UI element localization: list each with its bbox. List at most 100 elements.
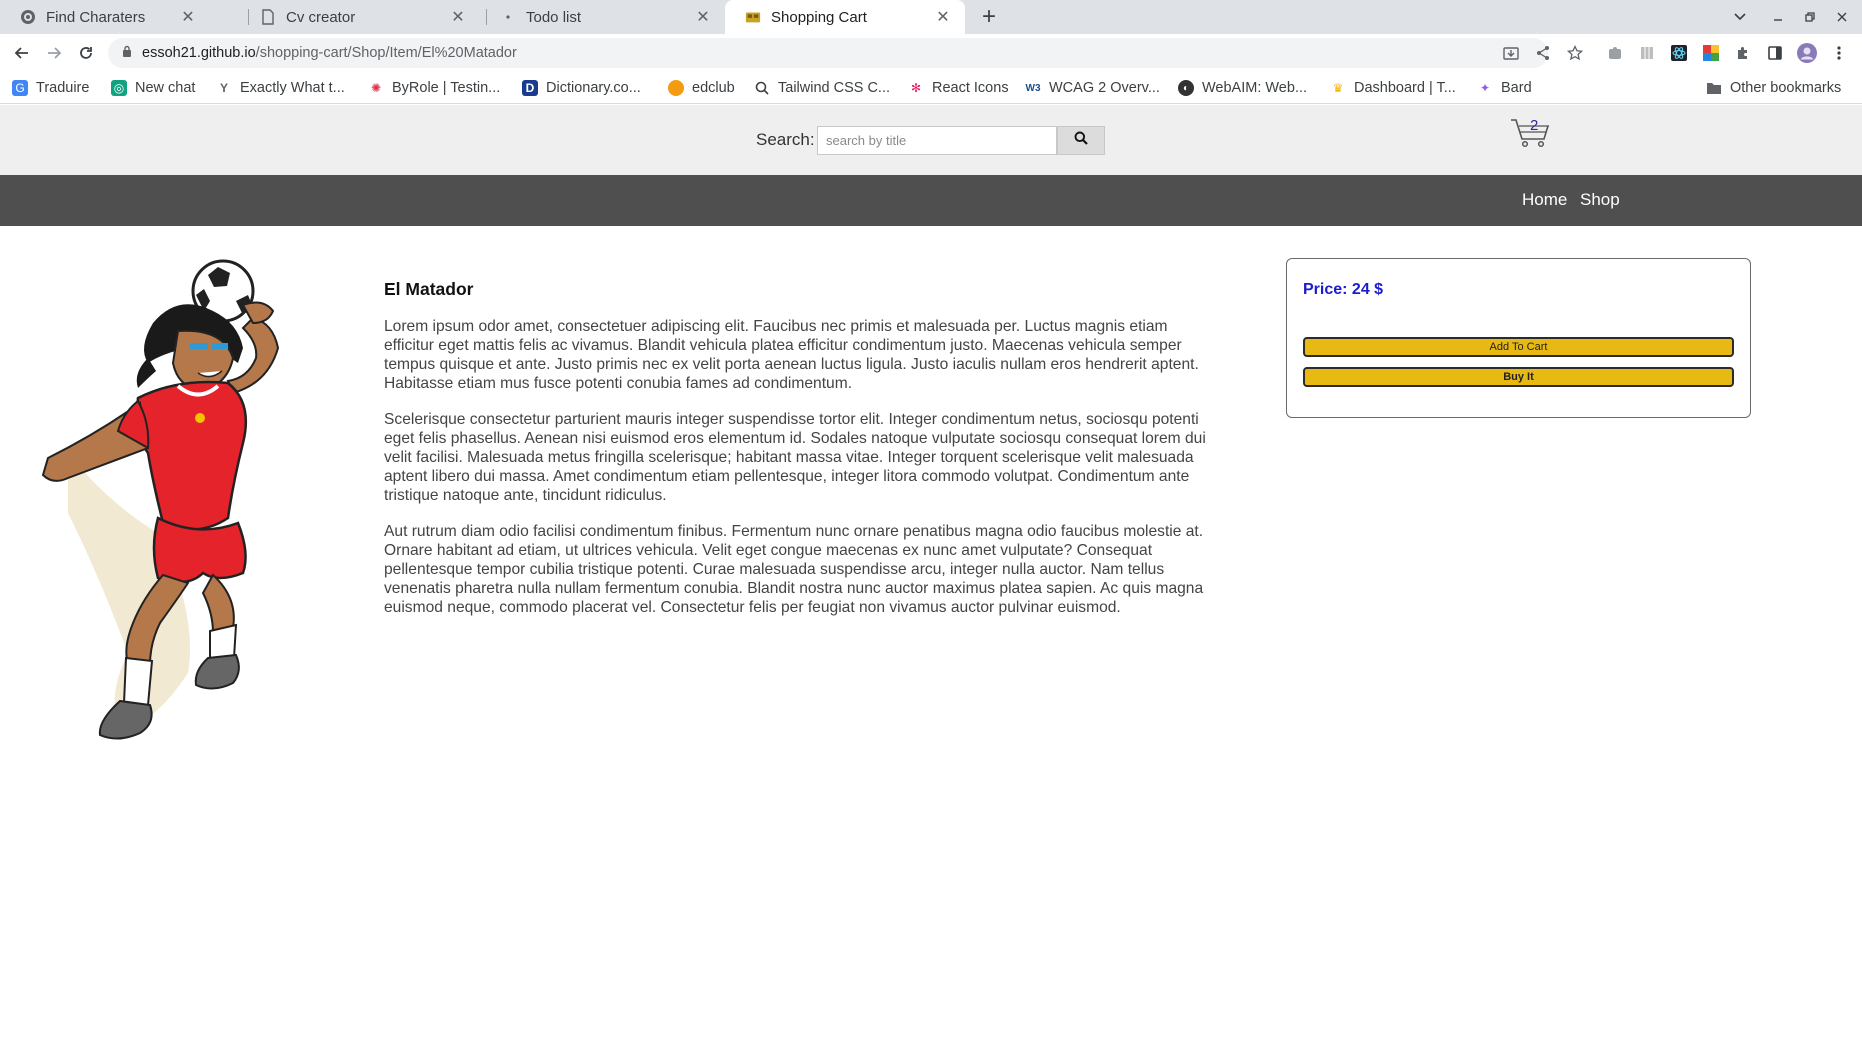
bookmark-label: edclub [692, 80, 735, 96]
new-tab-button[interactable]: + [975, 3, 1003, 31]
forward-icon[interactable] [40, 39, 68, 67]
url-path: /shopping-cart/Shop/Item/El%20Matador [255, 45, 517, 61]
search-icon [1074, 131, 1088, 150]
profile-avatar[interactable] [1797, 43, 1817, 63]
colorful-extension-icon[interactable] [1701, 43, 1721, 63]
bookmark-label: WCAG 2 Overv... [1049, 80, 1160, 96]
bookmark-byrole[interactable]: ✺ ByRole | Testin... [368, 78, 500, 98]
bookmark-webaim[interactable]: ◐ WebAIM: Web... [1178, 78, 1307, 98]
product-title: El Matador [384, 279, 474, 299]
install-icon[interactable] [1501, 43, 1521, 63]
close-icon[interactable]: ✕ [178, 7, 198, 27]
browser-tabstrip: Find Charaters ✕ Cv creator ✕ Todo list … [0, 0, 1862, 34]
restore-icon[interactable] [1798, 5, 1822, 29]
add-to-cart-button[interactable]: Add To Cart [1303, 337, 1734, 357]
buy-it-button[interactable]: Buy It [1303, 367, 1734, 387]
bookmark-edclub[interactable]: edclub [668, 78, 735, 98]
webaim-icon: ◐ [1178, 80, 1194, 96]
folder-icon [1706, 80, 1722, 96]
page-content: Search: 2 Home Shop [0, 105, 1862, 1053]
close-window-icon[interactable] [1830, 5, 1854, 29]
side-panel-icon[interactable] [1765, 43, 1785, 63]
nav-shop-link[interactable]: Shop [1580, 190, 1620, 210]
purchase-card: Price: 24 $ Add To Cart Buy It [1286, 258, 1751, 418]
close-icon[interactable]: ✕ [933, 7, 953, 27]
lock-icon [122, 44, 132, 62]
url-host: essoh21.github.io [142, 45, 256, 61]
bookmark-label: React Icons [932, 80, 1009, 96]
close-icon[interactable]: ✕ [693, 7, 713, 27]
bookmark-new-chat[interactable]: ◎ New chat [111, 78, 195, 98]
back-icon[interactable] [8, 39, 36, 67]
tab-title: Shopping Cart [771, 8, 867, 26]
url-text: essoh21.github.io/shopping-cart/Shop/Ite… [142, 45, 517, 61]
search-button[interactable] [1057, 126, 1105, 155]
reload-icon[interactable] [72, 39, 100, 67]
bookmark-label: Exactly What t... [240, 80, 345, 96]
product-description-paragraph: Aut rutrum diam odio facilisi condimentu… [384, 523, 1204, 616]
tab-todo-list[interactable]: Todo list ✕ [480, 0, 725, 34]
bookmark-bard[interactable]: ✦ Bard [1477, 78, 1532, 98]
product-description-paragraph: Lorem ipsum odor amet, consectetuer adip… [384, 318, 1199, 392]
bookmark-tailwind[interactable]: Tailwind CSS C... [754, 78, 890, 98]
dot-icon [500, 9, 516, 25]
nav-home-link[interactable]: Home [1522, 190, 1567, 210]
sparkle-icon: ✦ [1479, 81, 1491, 95]
bookmark-label: ByRole | Testin... [392, 80, 501, 96]
bookmark-dashboard[interactable]: ♛ Dashboard | T... [1330, 78, 1456, 98]
reader-icon[interactable] [1637, 43, 1657, 63]
bookmark-label: Dictionary.co... [546, 80, 641, 96]
octopus-icon: ✺ [370, 81, 382, 95]
search-label: Search: [756, 130, 815, 149]
trophy-icon: ♛ [1332, 81, 1344, 95]
product-image [38, 253, 358, 743]
document-icon [260, 9, 276, 25]
react-devtools-icon[interactable] [1669, 43, 1689, 63]
extension-puzzle-gray-icon[interactable] [1605, 43, 1625, 63]
orange-icon [668, 80, 684, 96]
tab-shopping-cart[interactable]: Shopping Cart ✕ [725, 0, 965, 34]
product-price: Price: 24 $ [1303, 281, 1384, 298]
cart-count: 2 [1530, 117, 1539, 134]
bookmark-label: Dashboard | T... [1354, 80, 1456, 96]
search-input[interactable] [817, 126, 1057, 155]
d-icon: D [522, 80, 538, 96]
y-icon: Y [219, 81, 228, 95]
bookmark-exactly-what[interactable]: Y Exactly What t... [216, 78, 345, 98]
product-description-paragraph: Scelerisque consectetur parturient mauri… [384, 411, 1206, 504]
tab-title: Cv creator [286, 8, 356, 26]
bookmark-react-icons[interactable]: ✻ React Icons [908, 78, 1009, 98]
site-header: Search: 2 [0, 105, 1862, 175]
bookmark-dictionary[interactable]: D Dictionary.co... [522, 78, 641, 98]
address-bar[interactable]: essoh21.github.io/shopping-cart/Shop/Ite… [108, 38, 1548, 68]
search-icon [754, 80, 770, 96]
bookmark-label: Bard [1501, 80, 1532, 96]
other-bookmarks-label: Other bookmarks [1730, 80, 1842, 96]
more-menu-icon[interactable] [1829, 43, 1849, 63]
tab-find-charaters[interactable]: Find Charaters ✕ [0, 0, 210, 34]
star-icon[interactable] [1565, 43, 1585, 63]
cart-favicon [745, 9, 761, 25]
extensions-puzzle-icon[interactable] [1733, 43, 1753, 63]
globe-icon [20, 9, 36, 25]
tab-title: Todo list [526, 8, 582, 26]
close-icon[interactable]: ✕ [448, 7, 468, 27]
bookmark-label: Tailwind CSS C... [778, 80, 891, 96]
share-icon[interactable] [1533, 43, 1553, 63]
bookmark-label: Traduire [36, 80, 90, 96]
react-icon: ✻ [910, 81, 922, 95]
bookmarks-bar: G Traduire ◎ New chat Y Exactly What t..… [0, 72, 1862, 104]
bookmark-label: New chat [135, 80, 196, 96]
main-navbar: Home Shop [0, 175, 1862, 226]
chat-icon: ◎ [111, 80, 127, 96]
minimize-icon[interactable] [1766, 5, 1790, 29]
bookmark-traduire[interactable]: G Traduire [12, 78, 89, 98]
browser-toolbar: essoh21.github.io/shopping-cart/Shop/Ite… [0, 34, 1862, 72]
bookmark-label: WebAIM: Web... [1202, 80, 1308, 96]
other-bookmarks[interactable]: Other bookmarks [1706, 78, 1841, 98]
tab-title: Find Charaters [46, 8, 146, 26]
w3c-icon: W3 [1025, 82, 1041, 94]
tab-cv-creator[interactable]: Cv creator ✕ [240, 0, 480, 34]
bookmark-wcag[interactable]: W3 WCAG 2 Overv... [1025, 78, 1160, 98]
tab-search-icon[interactable] [1728, 5, 1752, 29]
